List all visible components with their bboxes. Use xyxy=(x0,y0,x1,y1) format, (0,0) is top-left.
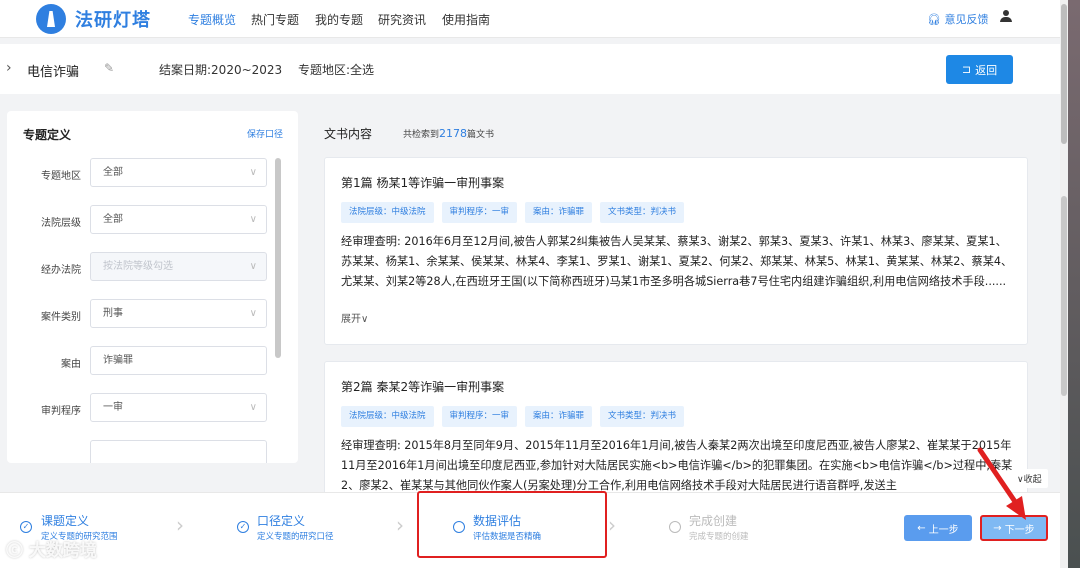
nav-item-research[interactable]: 研究资讯 xyxy=(378,11,426,28)
return-icon: ⊐ xyxy=(961,63,972,76)
step-title[interactable]: 课题定义 xyxy=(41,512,89,529)
check-circle-icon: ✓ xyxy=(237,521,249,533)
court-level-select[interactable]: 全部 ∨ xyxy=(90,205,267,234)
topic-date: 结案日期:2020~2023 xyxy=(159,63,283,77)
chevron-down-icon: ∨ xyxy=(249,261,257,272)
step-subtitle: 完成专题的创建 xyxy=(689,532,749,542)
next-field-select[interactable] xyxy=(90,440,267,463)
doc-section-title: 文书内容 xyxy=(324,127,373,141)
tag-procedure: 审判程序：一审 xyxy=(441,406,518,427)
chevron-down-icon: ∨ xyxy=(249,308,257,319)
arrow-left-icon: ← xyxy=(917,522,926,534)
doc-card-text: 经审理查明: 2015年8月至同年9月、2015年11月至2016年1月间,被告… xyxy=(341,439,1013,492)
watermark-logo-icon: ⓒ xyxy=(6,541,23,561)
doc-card-title[interactable]: 第2篇 秦某2等诈骗一审刑事案 xyxy=(341,378,504,395)
court-select[interactable]: 按法院等级勾选 ∨ xyxy=(90,252,267,281)
panel-scrollbar[interactable] xyxy=(275,158,281,358)
app-window: 法研灯塔 专题概览 热门专题 我的专题 研究资讯 使用指南 🎧︎ 意见反馈 › … xyxy=(0,0,1068,568)
nav-item-overview[interactable]: 专题概览 xyxy=(188,11,236,28)
back-button[interactable]: ⊐ 返回 xyxy=(946,55,1013,84)
lighthouse-logo-icon xyxy=(36,4,66,34)
doc-card[interactable]: 第2篇 秦某2等诈骗一审刑事案 法院层级：中级法院 审判程序：一审 案由：诈骗罪… xyxy=(324,361,1028,501)
field-label-region: 专题地区 xyxy=(41,171,81,182)
procedure-value: 一审 xyxy=(103,402,123,413)
doc-tags: 法院层级：中级法院 审判程序：一审 案由：诈骗罪 文书类型：判决书 xyxy=(341,202,685,223)
topic-definition-panel: 专题定义 保存口径 专题地区 全部 ∨ 法院层级 全部 ∨ 经办法院 按法院等级勾选… xyxy=(7,111,298,463)
cause-value: 诈骗罪 xyxy=(103,355,133,366)
doc-tags: 法院层级：中级法院 审判程序：一审 案由：诈骗罪 文书类型：判决书 xyxy=(341,406,685,427)
feedback-link[interactable]: 🎧︎ 意见反馈 xyxy=(927,11,988,27)
step-subtitle: 定义专题的研究口径 xyxy=(257,532,334,542)
topic-header: › 电信诈骗 ✎ 结案日期:2020~2023 专题地区:全选 ⊐ 返回 xyxy=(0,44,1060,94)
chevron-right-icon[interactable]: › xyxy=(6,60,12,76)
top-navbar: 法研灯塔 专题概览 热门专题 我的专题 研究资讯 使用指南 🎧︎ 意见反馈 xyxy=(0,0,1068,38)
chevron-down-icon: ∨ xyxy=(249,167,257,178)
circle-icon xyxy=(669,521,681,533)
doc-count-suffix: 篇文书 xyxy=(467,130,495,140)
desktop-edge xyxy=(1068,0,1080,568)
field-label-procedure: 审判程序 xyxy=(41,406,81,417)
headset-icon: 🎧︎ xyxy=(927,13,941,26)
doc-card-title[interactable]: 第1篇 杨某1等诈骗一审刑事案 xyxy=(341,174,504,191)
case-type-value: 刑事 xyxy=(103,308,123,319)
nav-item-hot[interactable]: 热门专题 xyxy=(251,11,299,28)
court-value: 按法院等级勾选 xyxy=(103,261,173,272)
red-pointer-arrow-icon xyxy=(977,447,1026,520)
tag-court-level: 法院层级：中级法院 xyxy=(341,202,434,223)
step-title[interactable]: 口径定义 xyxy=(257,512,305,529)
save-scope-link[interactable]: 保存口径 xyxy=(247,127,283,140)
highlight-box xyxy=(417,491,607,558)
field-label-case-type: 案件类别 xyxy=(41,312,81,323)
content-scrollbar-thumb[interactable] xyxy=(1061,196,1067,396)
tag-court-level: 法院层级：中级法院 xyxy=(341,406,434,427)
tag-doc-type: 文书类型：判决书 xyxy=(600,406,685,427)
cause-input[interactable]: 诈骗罪 xyxy=(90,346,267,375)
region-select[interactable]: 全部 ∨ xyxy=(90,158,267,187)
doc-count: 共检索到2178篇文书 xyxy=(403,127,494,140)
tag-procedure: 审判程序：一审 xyxy=(441,202,518,223)
tag-doc-type: 文书类型：判决书 xyxy=(600,202,685,223)
tag-cause: 案由：诈骗罪 xyxy=(525,202,593,223)
step-title[interactable]: 完成创建 xyxy=(689,512,737,529)
chevron-right-icon: › xyxy=(396,513,404,537)
expand-label: 展开 xyxy=(341,314,361,325)
check-circle-icon: ✓ xyxy=(20,521,32,533)
page-scrollbar-thumb[interactable] xyxy=(1061,4,1067,144)
topic-title: 电信诈骗 xyxy=(27,65,80,80)
chevron-down-icon: ∨ xyxy=(361,314,369,325)
chevron-down-icon: ∨ xyxy=(249,214,257,225)
doc-card-text: 经审理查明: 2016年6月至12月间,被告人郭某2纠集被告人吴某某、蔡某3、谢… xyxy=(341,235,1013,288)
field-label-court: 经办法院 xyxy=(41,265,81,276)
chevron-right-icon: › xyxy=(608,513,616,537)
user-icon[interactable] xyxy=(1000,10,1012,22)
chevron-down-icon: ∨ xyxy=(249,402,257,413)
court-level-value: 全部 xyxy=(103,214,123,225)
back-label: 返回 xyxy=(975,63,998,77)
topic-region: 专题地区:全选 xyxy=(298,63,375,77)
panel-title: 专题定义 xyxy=(23,128,72,142)
procedure-select[interactable]: 一审 ∨ xyxy=(90,393,267,422)
nav-item-mine[interactable]: 我的专题 xyxy=(315,11,363,28)
case-type-select[interactable]: 刑事 ∨ xyxy=(90,299,267,328)
prev-label: 上一步 xyxy=(928,524,959,536)
logo-text: 法研灯塔 xyxy=(75,10,151,31)
expand-link[interactable]: 展开∨ xyxy=(341,310,368,325)
watermark-text: 大数跨境 xyxy=(28,541,97,561)
field-label-cause: 案由 xyxy=(61,359,81,370)
doc-count-number: 2178 xyxy=(439,127,468,140)
doc-count-prefix: 共检索到 xyxy=(403,130,440,140)
pencil-icon[interactable]: ✎ xyxy=(104,61,114,75)
tag-cause: 案由：诈骗罪 xyxy=(525,406,593,427)
region-value: 全部 xyxy=(103,167,123,178)
doc-card[interactable]: 第1篇 杨某1等诈骗一审刑事案 法院层级：中级法院 审判程序：一审 案由：诈骗罪… xyxy=(324,157,1028,345)
field-label-court-level: 法院层级 xyxy=(41,218,81,229)
chevron-right-icon: › xyxy=(176,513,184,537)
nav-item-guide[interactable]: 使用指南 xyxy=(442,11,490,28)
watermark: ⓒ 大数跨境 xyxy=(6,536,97,561)
feedback-label: 意见反馈 xyxy=(944,13,989,26)
